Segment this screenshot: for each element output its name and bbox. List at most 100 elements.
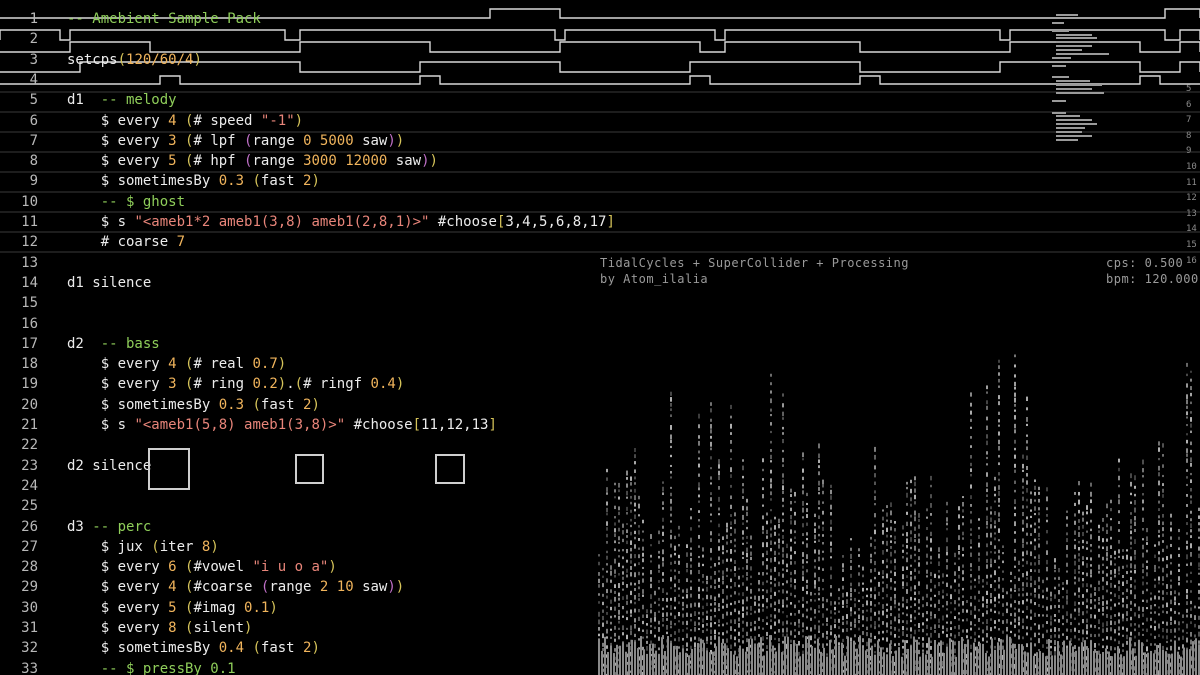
spectrum-bar (1165, 651, 1167, 675)
code-line[interactable]: 1 -- Amebient Sample Pack (0, 9, 900, 29)
spectrum-dot (902, 556, 904, 559)
spectrum-dot (1094, 604, 1096, 609)
code-line[interactable]: 29 $ every 4 (#coarse (range 2 10 saw)) (0, 577, 900, 597)
spectrum-dot (954, 641, 956, 646)
code-token: ) (421, 153, 430, 170)
code-token: $ sometimesBy (67, 640, 219, 657)
spectrum-dot (1026, 523, 1028, 528)
spectrum-dot (1186, 493, 1188, 497)
spectrum-dot (962, 629, 964, 633)
spectrum-bar (916, 639, 918, 675)
spectrum-dot (1118, 612, 1120, 617)
spectrum-dot (1126, 564, 1128, 568)
spectrum-bar (922, 652, 924, 675)
code-line[interactable]: 27 $ jux (iter 8) (0, 537, 900, 557)
code-line[interactable]: 16 (0, 314, 900, 334)
spectrum-dot (990, 574, 992, 578)
code-line[interactable]: 14 d1 silence (0, 273, 900, 293)
code-line[interactable]: 26 d3 -- perc (0, 517, 900, 537)
code-line[interactable]: 8 $ every 5 (# hpf (range 3000 12000 saw… (0, 151, 900, 171)
code-line[interactable]: 7 $ every 3 (# lpf (range 0 5000 saw)) (0, 131, 900, 151)
code-line[interactable]: 18 $ every 4 (# real 0.7) (0, 354, 900, 374)
spectrum-dot (1114, 614, 1116, 617)
spectrum-bar (1030, 642, 1032, 675)
code-line[interactable]: 17 d2 -- bass (0, 334, 900, 354)
code-text: $ every 8 (silent) (67, 618, 253, 638)
code-line[interactable]: 2 (0, 29, 900, 49)
spectrum-dot (1066, 635, 1068, 640)
spectrum-dot (982, 612, 984, 617)
code-line[interactable]: 11 $ s "<ameb1*2 ameb1(3,8) ameb1(2,8,1)… (0, 212, 900, 232)
spectrum-dot (1090, 607, 1092, 610)
minimap-line (1056, 14, 1078, 16)
spectrum-bar (1153, 653, 1155, 675)
spectrum-dot (1142, 499, 1144, 504)
spectrum-bar (1003, 649, 1005, 675)
spectrum-dot (998, 472, 1000, 476)
spectrum-bar (1051, 655, 1053, 675)
spectrum-bar (1036, 652, 1038, 675)
spectrum-dot (906, 613, 908, 617)
spectrum-dot (938, 590, 940, 596)
spectrum-dot (1054, 614, 1056, 618)
code-line[interactable]: 33 -- $ pressBy 0.1 (0, 659, 900, 675)
spectrum-dot (1038, 569, 1040, 573)
spectrum-dot (1178, 621, 1180, 626)
code-token: 4 (168, 356, 177, 373)
spectrum-dot (962, 547, 964, 551)
code-line[interactable]: 25 (0, 496, 900, 516)
code-line[interactable]: 9 $ sometimesBy 0.3 (fast 2) (0, 171, 900, 191)
square-outline-icon (148, 448, 190, 490)
spectrum-dot (1090, 482, 1092, 487)
code-text: d1 -- melody (67, 90, 177, 110)
code-line[interactable]: 4 (0, 70, 900, 90)
code-line[interactable]: 21 $ s "<ameb1(5,8) ameb1(3,8)>" #choose… (0, 415, 900, 435)
spectrum-dot (1014, 548, 1016, 553)
spectrum-dot (1166, 545, 1168, 549)
spectrum-dot (1134, 585, 1136, 590)
spectrum-dot (990, 584, 992, 588)
spectrum-dot (910, 503, 912, 507)
spectrum-dot (1186, 554, 1188, 560)
spectrum-dot (1002, 552, 1004, 555)
spectrum-dot (1026, 550, 1028, 555)
code-line[interactable]: 22 (0, 435, 900, 455)
spectrum-dot (930, 503, 932, 508)
code-line[interactable]: 19 $ every 3 (# ring 0.2).(# ringf 0.4) (0, 374, 900, 394)
spectrum-dot (994, 532, 996, 535)
code-line[interactable]: 3 setcps(120/60/4) (0, 50, 900, 70)
spectrum-dot (1038, 638, 1040, 644)
code-line[interactable]: 20 $ sometimesBy 0.3 (fast 2) (0, 395, 900, 415)
code-minimap[interactable] (1052, 14, 1112, 144)
spectrum-dot (1134, 500, 1136, 505)
spectrum-bar (1117, 646, 1119, 675)
spectrum-dot (970, 436, 972, 439)
spectrum-bar (943, 652, 945, 675)
code-line[interactable]: 28 $ every 6 (#vowel "i u o a") (0, 557, 900, 577)
spectrum-dot (910, 614, 912, 619)
spectrum-dot (1118, 572, 1120, 575)
spectrum-dot (1130, 512, 1132, 515)
code-line[interactable]: 31 $ every 8 (silent) (0, 618, 900, 638)
spectrum-dot (938, 547, 940, 552)
spectrum-dot (942, 625, 944, 630)
spectrum-dot (914, 516, 916, 522)
code-line[interactable]: 30 $ every 5 (#imag 0.1) (0, 598, 900, 618)
spectrum-bar (985, 653, 987, 675)
spectrum-dot (962, 608, 964, 613)
code-line[interactable]: 12 # coarse 7 (0, 232, 900, 252)
code-line[interactable]: 6 $ every 4 (# speed "-1") (0, 111, 900, 131)
code-line[interactable]: 32 $ sometimesBy 0.4 (fast 2) (0, 638, 900, 658)
spectrum-dot (1026, 498, 1028, 502)
code-line[interactable]: 5 d1 -- melody (0, 90, 900, 110)
code-line[interactable]: 10 -- $ ghost (0, 192, 900, 212)
code-line[interactable]: 15 (0, 293, 900, 313)
spectrum-dot (1170, 584, 1172, 589)
spectrum-dot (1014, 618, 1016, 623)
spectrum-dot (1118, 602, 1120, 605)
spectrum-dot (926, 516, 928, 519)
spectrum-dot (1074, 569, 1076, 575)
spectrum-dot (938, 599, 940, 605)
spectrum-bar (1021, 644, 1023, 675)
